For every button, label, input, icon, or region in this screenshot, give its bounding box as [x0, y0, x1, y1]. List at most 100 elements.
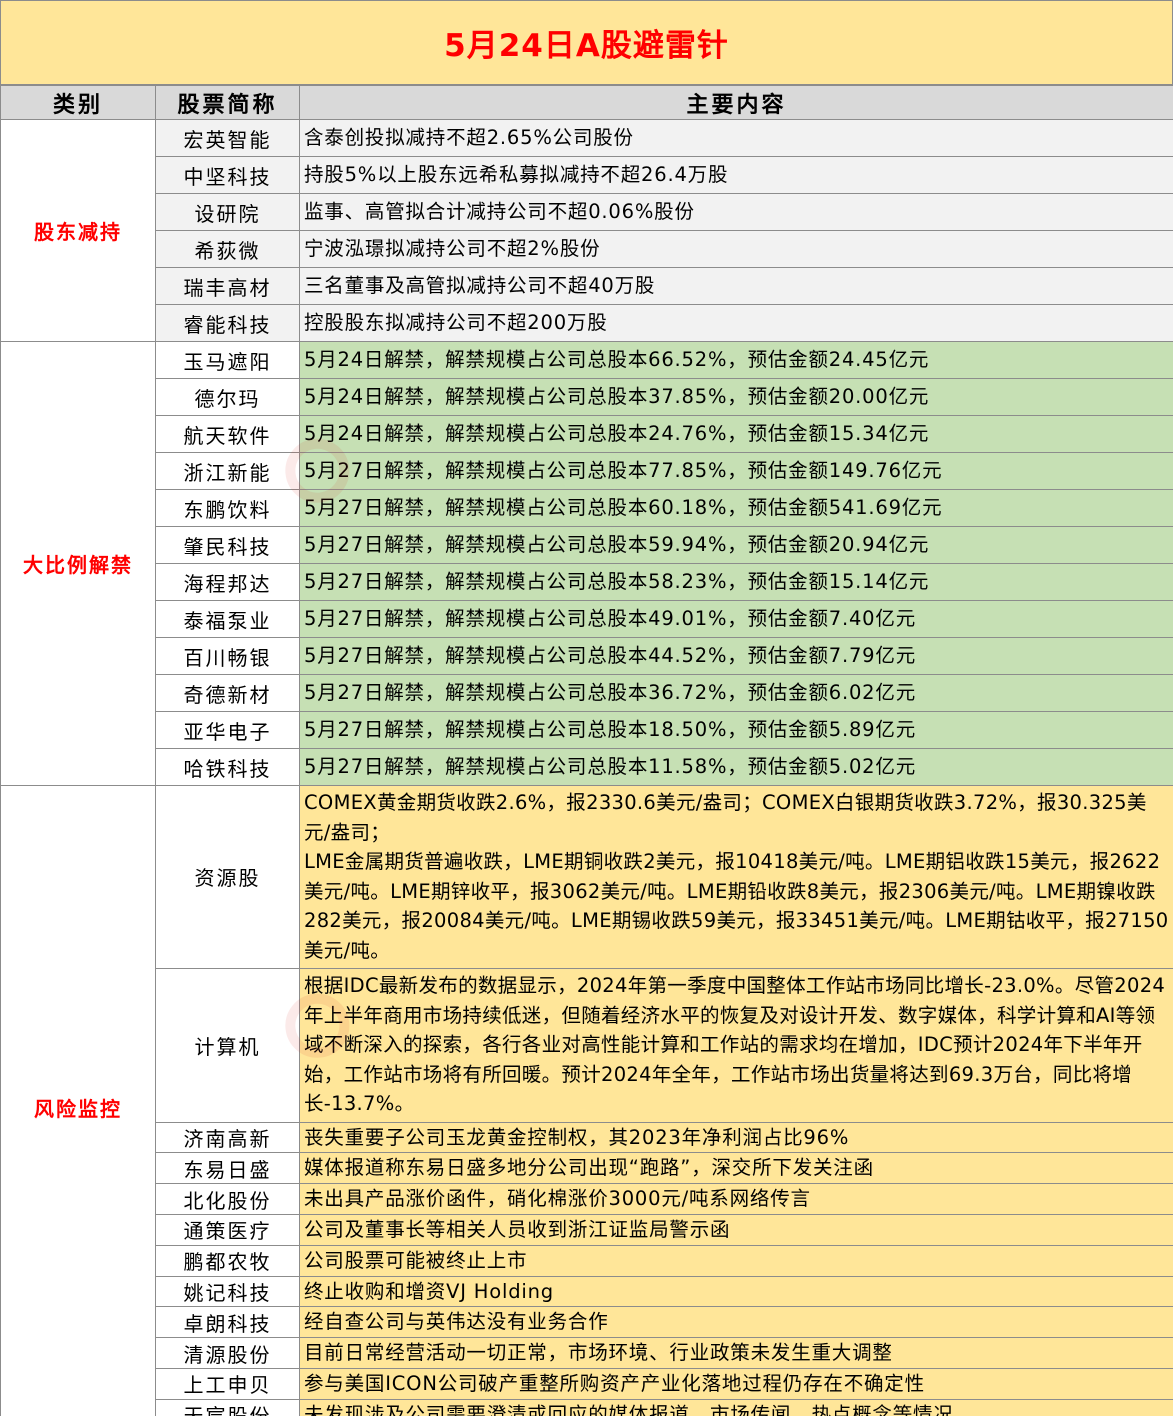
stock-name: 航天软件: [155, 415, 300, 453]
header-content: 主要内容: [299, 85, 1173, 120]
page-title: 5月24日A股避雷针: [0, 0, 1173, 85]
stock-name: 北化股份: [155, 1183, 300, 1215]
stock-name: 鹏都农牧: [155, 1244, 300, 1277]
table-row: 哈铁科技 5月27日解禁，解禁规模占公司总股本11.58%，预估金额5.02亿元: [1, 748, 1173, 786]
stock-content: 5月24日解禁，解禁规模占公司总股本66.52%，预估金额24.45亿元: [299, 341, 1173, 379]
header-stock: 股票简称: [155, 85, 300, 120]
table-row: 姚记科技 终止收购和增资VJ Holding: [1, 1275, 1173, 1308]
table-row: 瑞丰高材 三名董事及高管拟减持公司不超40万股: [1, 267, 1173, 305]
stock-content: 丧失重要子公司玉龙黄金控制权，其2023年净利润占比96%: [299, 1121, 1173, 1154]
stock-content: 目前日常经营活动一切正常，市场环境、行业政策未发生重大调整: [299, 1337, 1173, 1369]
table-row: 东易日盛 媒体报道称东易日盛多地分公司出现“跑路”，深交所下发关注函: [1, 1152, 1173, 1185]
risk-table: 类别 股票简称 主要内容 股东减持 宏英智能 含泰创投拟减持不超2.65%公司股…: [0, 85, 1173, 1416]
stock-content: 公司股票可能被终止上市: [299, 1244, 1173, 1277]
stock-content: 5月27日解禁，解禁规模占公司总股本59.94%，预估金额20.94亿元: [299, 526, 1173, 564]
stock-name: 瑞丰高材: [155, 267, 300, 305]
table-row: 德尔玛 5月24日解禁，解禁规模占公司总股本37.85%，预估金额20.00亿元: [1, 378, 1173, 416]
stock-name: 亚华电子: [155, 711, 300, 749]
stock-content: 宁波泓璟拟减持公司不超2%股份: [299, 230, 1173, 268]
stock-name: 睿能科技: [155, 304, 300, 342]
table-row: 清源股份 目前日常经营活动一切正常，市场环境、行业政策未发生重大调整: [1, 1337, 1173, 1369]
stock-name: 东易日盛: [155, 1152, 300, 1185]
table-row: 睿能科技 控股股东拟减持公司不超200万股: [1, 304, 1173, 342]
table-row: 泰福泵业 5月27日解禁，解禁规模占公司总股本49.01%，预估金额7.40亿元: [1, 600, 1173, 638]
stock-content: 持股5%以上股东远希私募拟减持不超26.4万股: [299, 156, 1173, 194]
stock-name: 清源股份: [155, 1337, 300, 1369]
table-row: 东鹏饮料 5月27日解禁，解禁规模占公司总股本60.18%，预估金额541.69…: [1, 489, 1173, 527]
stock-content: 参与美国ICON公司破产重整所购资产产业化落地过程仍存在不确定性: [299, 1367, 1173, 1400]
stock-content: 三名董事及高管拟减持公司不超40万股: [299, 267, 1173, 305]
stock-content: 5月27日解禁，解禁规模占公司总股本58.23%，预估金额15.14亿元: [299, 563, 1173, 601]
stock-content: 含泰创投拟减持不超2.65%公司股份: [299, 119, 1173, 157]
stock-content: 5月27日解禁，解禁规模占公司总股本49.01%，预估金额7.40亿元: [299, 600, 1173, 638]
stock-content: 5月24日解禁，解禁规模占公司总股本24.76%，预估金额15.34亿元: [299, 415, 1173, 453]
table-row: 浙江新能 5月27日解禁，解禁规模占公司总股本77.85%，预估金额149.76…: [1, 452, 1173, 490]
table-row: 上工申贝 参与美国ICON公司破产重整所购资产产业化落地过程仍存在不确定性: [1, 1367, 1173, 1400]
table-row: 济南高新 丧失重要子公司玉龙黄金控制权，其2023年净利润占比96%: [1, 1121, 1173, 1154]
stock-name: 资源股: [155, 785, 300, 969]
stock-name: 计算机: [155, 967, 300, 1123]
stock-content: COMEX黄金期货收跌2.6%，报2330.6美元/盎司；COMEX白银期货收跌…: [299, 785, 1173, 969]
table-row: 肇民科技 5月27日解禁，解禁规模占公司总股本59.94%，预估金额20.94亿…: [1, 526, 1173, 564]
stock-name: 通策医疗: [155, 1213, 300, 1246]
table-row: 通策医疗 公司及董事长等相关人员收到浙江证监局警示函: [1, 1213, 1173, 1246]
stock-content: 监事、高管拟合计减持公司不超0.06%股份: [299, 193, 1173, 231]
stock-content: 控股股东拟减持公司不超200万股: [299, 304, 1173, 342]
stock-content: 媒体报道称东易日盛多地分公司出现“跑路”，深交所下发关注函: [299, 1152, 1173, 1185]
category-unlock: 大比例解禁: [0, 341, 156, 786]
table-row: 百川畅银 5月27日解禁，解禁规模占公司总股本44.52%，预估金额7.79亿元: [1, 637, 1173, 675]
category-risk: 风险监控: [0, 785, 156, 1416]
table-row: 卓朗科技 经自查公司与英伟达没有业务合作: [1, 1306, 1173, 1339]
stock-name: 德尔玛: [155, 378, 300, 416]
stock-name: 希荻微: [155, 230, 300, 268]
stock-name: 卓朗科技: [155, 1306, 300, 1339]
stock-content: 公司及董事长等相关人员收到浙江证监局警示函: [299, 1213, 1173, 1246]
stock-name: 泰福泵业: [155, 600, 300, 638]
table-row: 北化股份 未出具产品涨价函件，硝化棉涨价3000元/吨系网络传言: [1, 1183, 1173, 1215]
category-reduction: 股东减持: [0, 119, 156, 342]
stock-name: 中坚科技: [155, 156, 300, 194]
stock-name: 浙江新能: [155, 452, 300, 490]
stock-name: 哈铁科技: [155, 748, 300, 786]
stock-name: 济南高新: [155, 1121, 300, 1154]
table-row: 计算机 根据IDC最新发布的数据显示，2024年第一季度中国整体工作站市场同比增…: [1, 967, 1173, 1123]
stock-name: 海程邦达: [155, 563, 300, 601]
table-row: 航天软件 5月24日解禁，解禁规模占公司总股本24.76%，预估金额15.34亿…: [1, 415, 1173, 453]
table-row: 设研院 监事、高管拟合计减持公司不超0.06%股份: [1, 193, 1173, 231]
stock-name: 姚记科技: [155, 1275, 300, 1308]
table-row: 鹏都农牧 公司股票可能被终止上市: [1, 1244, 1173, 1277]
table-row: 亚华电子 5月27日解禁，解禁规模占公司总股本18.50%，预估金额5.89亿元: [1, 711, 1173, 749]
header-category: 类别: [0, 85, 156, 120]
stock-name: 百川畅银: [155, 637, 300, 675]
table-row: 希荻微 宁波泓璟拟减持公司不超2%股份: [1, 230, 1173, 268]
stock-content: 5月24日解禁，解禁规模占公司总股本37.85%，预估金额20.00亿元: [299, 378, 1173, 416]
table-row: 风险监控 资源股 COMEX黄金期货收跌2.6%，报2330.6美元/盎司；CO…: [0, 785, 1173, 1416]
stock-name: 奇德新材: [155, 674, 300, 712]
stock-content: 5月27日解禁，解禁规模占公司总股本60.18%，预估金额541.69亿元: [299, 489, 1173, 527]
table-row: 大比例解禁 玉马遮阳 5月24日解禁，解禁规模占公司总股本66.52%，预估金额…: [0, 341, 1173, 786]
stock-content: 5月27日解禁，解禁规模占公司总股本44.52%，预估金额7.79亿元: [299, 637, 1173, 675]
stock-name: 玉马遮阳: [155, 341, 300, 379]
table-header-row: 类别 股票简称 主要内容: [0, 85, 1173, 120]
stock-content: 5月27日解禁，解禁规模占公司总股本11.58%，预估金额5.02亿元: [299, 748, 1173, 786]
stock-name: 上工申贝: [155, 1367, 300, 1400]
stock-content-line: COMEX黄金期货收跌2.6%，报2330.6美元/盎司；COMEX白银期货收跌…: [304, 791, 1147, 844]
stock-name: 肇民科技: [155, 526, 300, 564]
stock-content: 5月27日解禁，解禁规模占公司总股本77.85%，预估金额149.76亿元: [299, 452, 1173, 490]
stock-content: 未出具产品涨价函件，硝化棉涨价3000元/吨系网络传言: [299, 1183, 1173, 1215]
table-row: 中坚科技 持股5%以上股东远希私募拟减持不超26.4万股: [1, 156, 1173, 194]
stock-name: 宏英智能: [155, 119, 300, 157]
stock-content: 终止收购和增资VJ Holding: [299, 1275, 1173, 1308]
table-row: 奇德新材 5月27日解禁，解禁规模占公司总股本36.72%，预估金额6.02亿元: [1, 674, 1173, 712]
stock-content: 根据IDC最新发布的数据显示，2024年第一季度中国整体工作站市场同比增长-23…: [299, 967, 1173, 1123]
stock-content: 5月27日解禁，解禁规模占公司总股本18.50%，预估金额5.89亿元: [299, 711, 1173, 749]
stock-name: 东鹏饮料: [155, 489, 300, 527]
table-row: 股东减持 宏英智能 含泰创投拟减持不超2.65%公司股份: [0, 119, 1173, 342]
stock-content: 5月27日解禁，解禁规模占公司总股本36.72%，预估金额6.02亿元: [299, 674, 1173, 712]
stock-content: 经自查公司与英伟达没有业务合作: [299, 1306, 1173, 1339]
table-row: 海程邦达 5月27日解禁，解禁规模占公司总股本58.23%，预估金额15.14亿…: [1, 563, 1173, 601]
table-row: 天宸股份 未发现涉及公司需要澄清或回应的媒体报道、市场传闻、热点概念等情况: [1, 1398, 1173, 1416]
stock-content-line: LME金属期货普遍收跌，LME期铜收跌2美元，报10418美元/吨。LME期铝收…: [304, 850, 1169, 962]
stock-name: 天宸股份: [155, 1398, 300, 1416]
stock-content: 未发现涉及公司需要澄清或回应的媒体报道、市场传闻、热点概念等情况: [299, 1398, 1173, 1416]
